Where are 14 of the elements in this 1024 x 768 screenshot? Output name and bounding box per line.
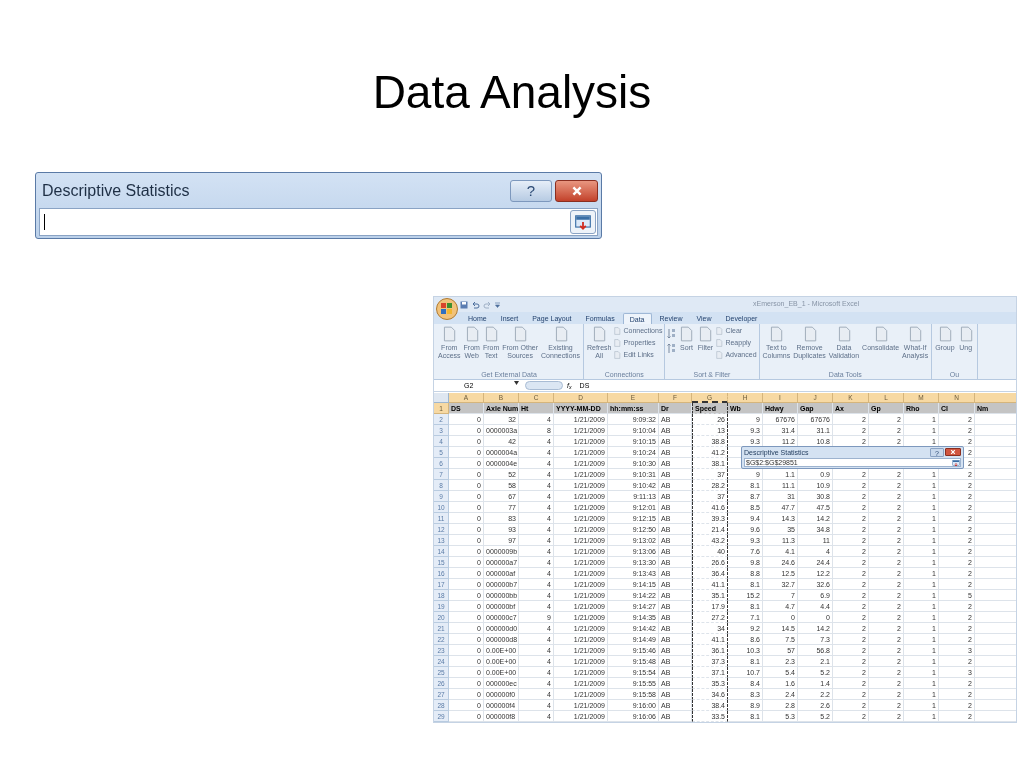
close-icon: [570, 184, 583, 197]
undo-icon[interactable]: [471, 300, 480, 309]
help-button[interactable]: ?: [510, 179, 552, 202]
customize-toolbar-icon[interactable]: [495, 301, 500, 308]
close-icon: [950, 449, 956, 455]
range-field[interactable]: [39, 208, 598, 236]
slide-title: Data Analysis: [372, 65, 652, 120]
formula-controls: [525, 381, 563, 390]
close-button[interactable]: [945, 448, 961, 456]
office-logo-icon: [441, 303, 453, 315]
close-button[interactable]: [555, 179, 598, 202]
save-icon[interactable]: [460, 300, 468, 309]
dialog-title: Descriptive Statistics: [41, 180, 190, 201]
collapse-dialog-icon: [574, 213, 592, 231]
